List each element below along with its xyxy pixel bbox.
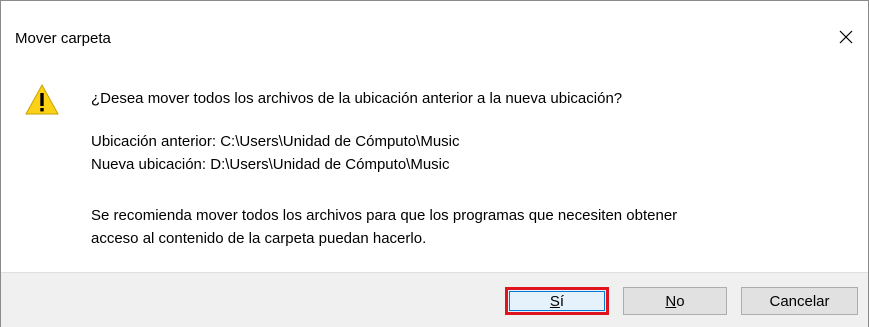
old-location-text: Ubicación anterior: C:\Users\Unidad de C… (91, 133, 460, 150)
no-button[interactable]: No (623, 287, 727, 315)
close-button[interactable] (832, 23, 860, 51)
move-folder-dialog: Mover carpeta ¿Desea mover todos los arc… (0, 0, 869, 327)
yes-button-focus-rect: Sí (509, 291, 605, 311)
yes-button-label: Sí (549, 292, 565, 310)
no-button-label: No (665, 292, 685, 310)
title-bar: Mover carpeta (1, 1, 868, 63)
cancel-button[interactable]: Cancelar (741, 287, 858, 315)
button-bar: Sí No Cancelar (1, 272, 868, 327)
close-icon (839, 30, 853, 44)
yes-button[interactable]: Sí (505, 287, 609, 315)
question-text: ¿Desea mover todos los archivos de la ub… (91, 90, 623, 107)
recommendation-text-line1: Se recomienda mover todos los archivos p… (91, 207, 678, 224)
dialog-content: ¿Desea mover todos los archivos de la ub… (1, 63, 868, 272)
dialog-title: Mover carpeta (15, 30, 111, 47)
cancel-button-label: Cancelar (769, 292, 830, 310)
warning-icon (25, 83, 59, 115)
recommendation-text-line2: acceso al contenido de la carpeta puedan… (91, 230, 427, 247)
new-location-text: Nueva ubicación: D:\Users\Unidad de Cómp… (91, 156, 450, 173)
